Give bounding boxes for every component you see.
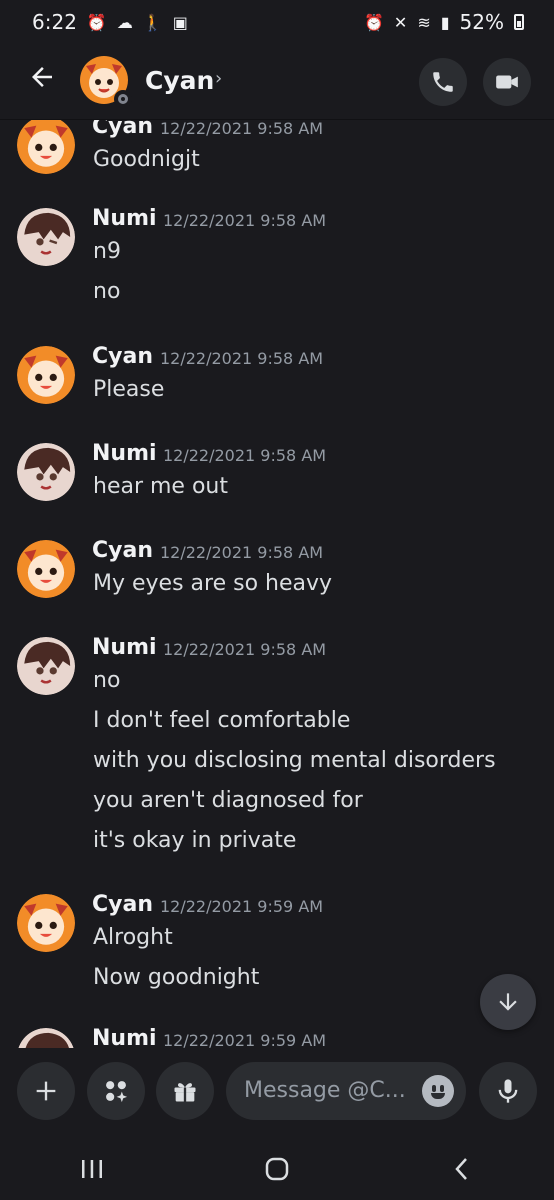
avatar[interactable] [17, 120, 75, 174]
message-input[interactable]: Message @C... [226, 1062, 466, 1120]
avatar[interactable] [17, 1028, 75, 1048]
message-text[interactable]: no [93, 661, 496, 701]
author-name[interactable]: Numi [92, 206, 157, 231]
status-time: 6:22 [32, 10, 77, 34]
chevron-left-icon [454, 1158, 467, 1180]
author-name[interactable]: Numi [92, 1026, 157, 1048]
recent-apps-button[interactable] [62, 1149, 122, 1189]
author-name[interactable]: Cyan [92, 892, 153, 917]
avatar[interactable] [17, 443, 75, 501]
recent-apps-icon [82, 1160, 103, 1178]
timestamp: 12/22/2021 9:58 AM [160, 349, 324, 368]
battery-percent: 52% [459, 10, 504, 34]
walking-icon: 🚶 [142, 12, 163, 32]
avatar[interactable] [17, 894, 75, 952]
timestamp: 12/22/2021 9:58 AM [163, 640, 327, 659]
back-button[interactable] [24, 62, 60, 98]
system-nav-bar [0, 1138, 554, 1200]
timestamp: 12/22/2021 9:58 AM [163, 211, 327, 230]
message-text[interactable]: I don't feel comfortable [93, 701, 496, 741]
home-button[interactable] [247, 1149, 307, 1189]
message-list[interactable]: Cyan 12/22/2021 9:58 AM Goodnigjt Numi 1… [0, 120, 554, 1048]
message-text[interactable]: with you disclosing mental disorders [93, 741, 496, 781]
voice-message-button[interactable] [479, 1062, 537, 1120]
timestamp: 12/22/2021 9:58 AM [160, 120, 324, 138]
plus-icon [36, 1081, 56, 1101]
home-icon [265, 1157, 289, 1181]
timestamp: 12/22/2021 9:59 AM [160, 897, 324, 916]
voice-call-button[interactable] [419, 58, 467, 106]
emoji-icon[interactable] [422, 1075, 454, 1107]
microphone-icon [498, 1079, 518, 1103]
message-text[interactable]: hear me out [93, 467, 228, 507]
avatar[interactable] [17, 208, 75, 266]
gift-icon [174, 1083, 196, 1102]
message-text[interactable]: it's okay in private [93, 821, 496, 861]
chevron-right-icon[interactable]: › [215, 68, 222, 89]
header-avatar[interactable] [80, 56, 132, 108]
status-left: 6:22 ⏰ ☁ 🚶 ▣ [32, 10, 188, 34]
message-text[interactable]: you aren't diagnosed for [93, 781, 496, 821]
timestamp: 12/22/2021 9:59 AM [163, 1031, 327, 1048]
message-text[interactable]: Goodnigjt [93, 140, 200, 180]
status-bar: 6:22 ⏰ ☁ 🚶 ▣ ⏰ ✕ ≋ ▮ 52% [0, 0, 554, 44]
avatar[interactable] [17, 540, 75, 598]
author-name[interactable]: Numi [92, 635, 157, 660]
system-back-button[interactable] [432, 1149, 492, 1189]
video-camera-icon [496, 75, 518, 89]
alarm-icon: ⏰ [86, 12, 107, 32]
arrow-down-icon [499, 993, 517, 1011]
signal-icon: ▮ [440, 12, 450, 32]
weather-icon: ☁ [116, 12, 133, 32]
timestamp: 12/22/2021 9:58 AM [163, 446, 327, 465]
apps-button[interactable] [87, 1062, 145, 1120]
timestamp: 12/22/2021 9:58 AM [160, 543, 324, 562]
author-name[interactable]: Cyan [92, 538, 153, 563]
chat-header: Cyan › [0, 44, 554, 120]
image-icon: ▣ [172, 12, 188, 32]
phone-icon [433, 72, 453, 92]
add-attachment-button[interactable] [17, 1062, 75, 1120]
alarm-status-icon: ⏰ [364, 12, 384, 32]
message-text[interactable]: Please [93, 370, 164, 410]
jump-to-bottom-button[interactable] [480, 974, 536, 1030]
wifi-icon: ≋ [417, 12, 431, 32]
message-placeholder: Message @C... [244, 1078, 406, 1103]
message-text[interactable]: Alroght [93, 918, 259, 958]
avatar[interactable] [17, 637, 75, 695]
message-composer: Message @C... [0, 1048, 554, 1138]
author-name[interactable]: Cyan [92, 120, 153, 139]
message-text[interactable]: My eyes are so heavy [93, 564, 332, 604]
message-text[interactable]: Now goodnight [93, 958, 259, 998]
author-name[interactable]: Numi [92, 441, 157, 466]
apps-icon [106, 1081, 128, 1103]
message-text[interactable]: n9 [93, 232, 121, 272]
status-right: ⏰ ✕ ≋ ▮ 52% [364, 10, 524, 34]
gift-button[interactable] [156, 1062, 214, 1120]
video-call-button[interactable] [483, 58, 531, 106]
arrow-left-icon [32, 67, 52, 87]
chat-title[interactable]: Cyan [145, 66, 214, 95]
message-text[interactable]: no [93, 272, 121, 312]
avatar[interactable] [17, 346, 75, 404]
author-name[interactable]: Cyan [92, 344, 153, 369]
mute-icon: ✕ [393, 12, 408, 32]
offline-status-icon [114, 90, 132, 108]
battery-icon [514, 14, 524, 30]
